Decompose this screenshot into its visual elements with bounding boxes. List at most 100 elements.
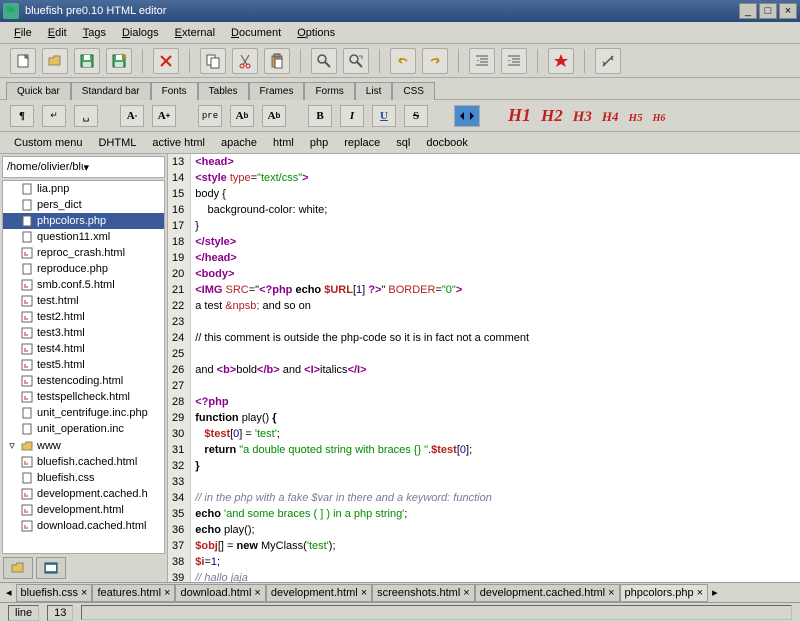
- file-item[interactable]: question11.xml: [3, 229, 164, 245]
- file-item[interactable]: test2.html: [3, 309, 164, 325]
- menu-tags[interactable]: Tags: [75, 24, 114, 42]
- doc-tab[interactable]: development.cached.html×: [475, 584, 620, 602]
- close-tab-icon[interactable]: ×: [81, 587, 87, 599]
- file-item[interactable]: lia.pnp: [3, 181, 164, 197]
- tbtab-list[interactable]: List: [355, 82, 393, 100]
- strike-button[interactable]: S: [404, 105, 428, 127]
- maximize-button[interactable]: □: [759, 3, 777, 19]
- menu-options[interactable]: Options: [289, 24, 343, 42]
- file-item[interactable]: development.html: [3, 502, 164, 518]
- tb3-active-html[interactable]: active html: [144, 134, 213, 152]
- tb3-Custom-menu[interactable]: Custom menu: [6, 134, 90, 152]
- file-item[interactable]: reproduce.php: [3, 261, 164, 277]
- menu-edit[interactable]: Edit: [40, 24, 75, 42]
- file-item[interactable]: phpcolors.php: [3, 213, 164, 229]
- doc-tab[interactable]: download.html×: [175, 584, 265, 602]
- sup-button[interactable]: Ab: [262, 105, 286, 127]
- close-tab-icon[interactable]: ×: [463, 587, 469, 599]
- preferences-button[interactable]: [595, 48, 621, 74]
- tbtab-tables[interactable]: Tables: [198, 82, 249, 100]
- close-tab-icon[interactable]: ×: [164, 587, 170, 599]
- file-item[interactable]: test5.html: [3, 357, 164, 373]
- heading-h2-button[interactable]: H2: [539, 106, 565, 126]
- file-item[interactable]: test3.html: [3, 325, 164, 341]
- menu-file[interactable]: File: [6, 24, 40, 42]
- tb3-DHTML[interactable]: DHTML: [90, 134, 144, 152]
- doc-tab[interactable]: features.html×: [92, 584, 175, 602]
- tb3-sql[interactable]: sql: [388, 134, 418, 152]
- pre-button[interactable]: pre: [198, 105, 222, 127]
- heading-h4-button[interactable]: H4: [600, 109, 621, 125]
- tb3-docbook[interactable]: docbook: [418, 134, 476, 152]
- tb3-html[interactable]: html: [265, 134, 302, 152]
- font-minus-button[interactable]: A-: [120, 105, 144, 127]
- menu-external[interactable]: External: [167, 24, 223, 42]
- file-item[interactable]: development.cached.h: [3, 486, 164, 502]
- file-item[interactable]: testspellcheck.html: [3, 389, 164, 405]
- bookmark-button[interactable]: [548, 48, 574, 74]
- heading-h5-button[interactable]: H5: [627, 112, 645, 124]
- tb3-php[interactable]: php: [302, 134, 336, 152]
- file-item[interactable]: test.html: [3, 293, 164, 309]
- heading-h3-button[interactable]: H3: [571, 109, 594, 126]
- path-selector[interactable]: /home/olivier/bluefish/cvs/blue▾: [2, 156, 165, 178]
- save-button[interactable]: [74, 48, 100, 74]
- file-item[interactable]: bluefish.css: [3, 470, 164, 486]
- heading-h6-button[interactable]: H6: [651, 113, 668, 124]
- italic-button[interactable]: I: [340, 105, 364, 127]
- tb3-apache[interactable]: apache: [213, 134, 265, 152]
- font-plus-button[interactable]: A+: [152, 105, 176, 127]
- indent-button[interactable]: [501, 48, 527, 74]
- file-item[interactable]: test4.html: [3, 341, 164, 357]
- file-item[interactable]: download.cached.html: [3, 518, 164, 534]
- chevron-down-icon[interactable]: ▾: [84, 161, 161, 174]
- minimize-button[interactable]: _: [739, 3, 757, 19]
- close-button[interactable]: ×: [779, 3, 797, 19]
- tbtab-css[interactable]: CSS: [392, 82, 435, 100]
- paste-button[interactable]: [264, 48, 290, 74]
- copy-button[interactable]: [200, 48, 226, 74]
- break-button[interactable]: ↵: [42, 105, 66, 127]
- heading-h1-button[interactable]: H1: [506, 105, 533, 126]
- new-file-button[interactable]: [10, 48, 36, 74]
- doc-tab[interactable]: screenshots.html×: [372, 584, 475, 602]
- undo-button[interactable]: [390, 48, 416, 74]
- menu-document[interactable]: Document: [223, 24, 289, 42]
- search-button[interactable]: [311, 48, 337, 74]
- file-item[interactable]: bluefish.cached.html: [3, 454, 164, 470]
- open-file-button[interactable]: [42, 48, 68, 74]
- cut-button[interactable]: [232, 48, 258, 74]
- tbtab-frames[interactable]: Frames: [249, 82, 305, 100]
- sidebar-tab-bookmarks[interactable]: [36, 557, 66, 579]
- close-file-button[interactable]: [153, 48, 179, 74]
- bold-button[interactable]: B: [308, 105, 332, 127]
- redo-button[interactable]: [422, 48, 448, 74]
- paragraph-button[interactable]: ¶: [10, 105, 34, 127]
- search-replace-button[interactable]: [343, 48, 369, 74]
- close-tab-icon[interactable]: ×: [361, 587, 367, 599]
- save-as-button[interactable]: [106, 48, 132, 74]
- close-tab-icon[interactable]: ×: [608, 587, 614, 599]
- tbtab-fonts[interactable]: Fonts: [151, 82, 198, 100]
- doc-tab[interactable]: bluefish.css×: [16, 584, 93, 602]
- file-item[interactable]: testencoding.html: [3, 373, 164, 389]
- nbsp-button[interactable]: ␣: [74, 105, 98, 127]
- unindent-button[interactable]: [469, 48, 495, 74]
- code-editor[interactable]: 1314151617181920212223242526272829303132…: [168, 154, 800, 582]
- tbtab-quick-bar[interactable]: Quick bar: [6, 82, 71, 100]
- sidebar-tab-files[interactable]: [3, 557, 33, 579]
- tb3-replace[interactable]: replace: [336, 134, 388, 152]
- tbtab-standard-bar[interactable]: Standard bar: [71, 82, 151, 100]
- sub-button[interactable]: Ab: [230, 105, 254, 127]
- doc-tab[interactable]: phpcolors.php×: [620, 584, 709, 602]
- close-tab-icon[interactable]: ×: [254, 587, 260, 599]
- underline-button[interactable]: U: [372, 105, 396, 127]
- file-item[interactable]: reproc_crash.html: [3, 245, 164, 261]
- folder-item[interactable]: ▿www: [3, 437, 164, 454]
- file-item[interactable]: unit_operation.inc: [3, 421, 164, 437]
- tbtab-forms[interactable]: Forms: [304, 82, 354, 100]
- code-content[interactable]: <head><style type="text/css">body { back…: [191, 154, 533, 582]
- file-list[interactable]: lia.pnppers_dictphpcolors.phpquestion11.…: [2, 180, 165, 554]
- file-item[interactable]: smb.conf.5.html: [3, 277, 164, 293]
- file-item[interactable]: pers_dict: [3, 197, 164, 213]
